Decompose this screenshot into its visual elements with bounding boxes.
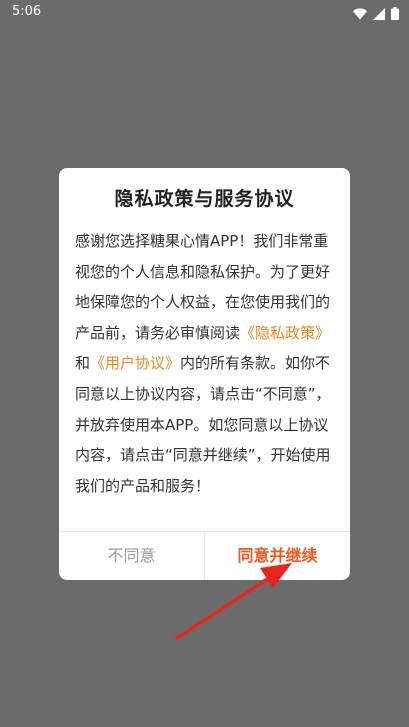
battery-icon [391,5,399,24]
user-agreement-link[interactable]: 《用户协议》 [90,354,180,372]
status-bar: 5:06 [0,0,409,26]
disagree-button[interactable]: 不同意 [59,532,204,580]
dialog-body: 感谢您选择糖果心情APP！我们非常重视您的个人信息和隐私保护。为了更好地保障您的… [75,226,337,501]
agree-continue-button[interactable]: 同意并继续 [205,532,350,580]
wifi-icon [353,5,367,24]
dialog-title: 隐私政策与服务协议 [114,188,295,210]
status-icons [353,5,399,24]
status-time: 5:06 [12,4,42,19]
cellular-signal-icon [373,5,385,24]
body-text-part2: 内的所有条款。如你不同意以上协议内容，请点击“不同意”，并放弃使用本APP。如您… [75,354,331,495]
and-text: 和 [75,354,91,373]
privacy-policy-link[interactable]: 《隐私政策》 [240,324,330,342]
privacy-dialog: 隐私政策与服务协议 感谢您选择糖果心情APP！我们非常重视您的个人信息和隐私保护… [59,168,350,580]
